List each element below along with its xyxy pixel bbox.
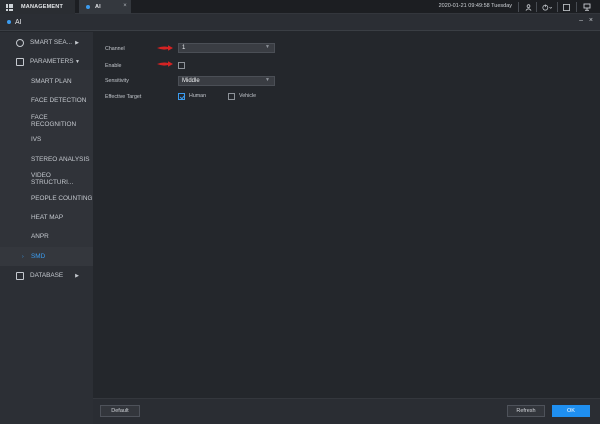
chevron-down-icon: ▼: [265, 77, 270, 83]
smart-search-icon: [16, 38, 24, 47]
sidebar-item-smart-plan[interactable]: SMART PLAN: [0, 72, 93, 91]
window-title-bar: AI – ×: [0, 14, 600, 31]
ai-icon: [86, 5, 90, 9]
sidebar-item-video-structuring[interactable]: VIDEO STRUCTURI...: [0, 169, 93, 188]
sidebar-item-people-counting[interactable]: PEOPLE COUNTING: [0, 189, 93, 208]
sidebar-item-smd[interactable]: › SMD: [0, 247, 93, 266]
window-title: AI: [15, 18, 22, 26]
ai-icon: [7, 20, 11, 24]
human-checkbox[interactable]: [178, 93, 185, 100]
chevron-down-icon: ▼: [75, 58, 80, 65]
divider: [518, 2, 519, 12]
annotation-arrow-icon: [157, 45, 173, 51]
ok-button[interactable]: OK: [552, 405, 590, 417]
chevron-right-icon: ›: [22, 253, 24, 260]
vehicle-checkbox[interactable]: [228, 93, 235, 100]
tab-management[interactable]: MANAGEMENT: [0, 0, 75, 14]
sidebar-item-label: HEAT MAP: [31, 214, 64, 221]
shutdown-icon[interactable]: [540, 2, 554, 12]
divider: [557, 2, 558, 12]
sidebar-item-face-detection[interactable]: FACE DETECTION: [0, 91, 93, 110]
human-label: Human: [189, 93, 207, 99]
sidebar-item-label: DATABASE: [30, 272, 64, 279]
sidebar-item-label: SMD: [31, 253, 46, 260]
tab-ai[interactable]: AI ×: [79, 0, 131, 14]
effective-target-row: Effective Target: [105, 91, 178, 102]
sidebar-item-label: PEOPLE COUNTING: [31, 195, 93, 202]
tab-ai-label: AI: [95, 4, 101, 10]
enable-checkbox[interactable]: [178, 62, 185, 69]
tab-management-label: MANAGEMENT: [21, 4, 64, 10]
sidebar-item-ivs[interactable]: IVS: [0, 130, 93, 149]
channel-select[interactable]: 1 ▼: [178, 43, 275, 53]
sidebar-item-heat-map[interactable]: HEAT MAP: [0, 208, 93, 227]
sensitivity-select[interactable]: Middle ▼: [178, 76, 275, 86]
sidebar-item-label: FACE RECOGNITION: [31, 113, 77, 128]
sidebar-item-label: IVS: [31, 136, 42, 143]
annotation-arrow-icon: [157, 61, 173, 67]
database-icon: [16, 271, 24, 280]
sidebar-item-stereo-analysis[interactable]: STEREO ANALYSIS: [0, 150, 93, 169]
refresh-button[interactable]: Refresh: [507, 405, 545, 417]
sensitivity-value: Middle: [182, 78, 200, 84]
user-icon[interactable]: [523, 2, 533, 12]
fullscreen-icon[interactable]: [561, 2, 571, 12]
sidebar-item-label: SMART SEA...: [30, 39, 73, 46]
sidebar: SMART SEA... ▶ PARAMETERS ▼ SMART PLAN F…: [0, 32, 93, 424]
sidebar-item-database[interactable]: DATABASE ▶: [0, 266, 93, 285]
network-icon[interactable]: [582, 2, 592, 12]
sidebar-item-anpr[interactable]: ANPR: [0, 227, 93, 246]
footer-bar: Default Refresh OK: [93, 398, 600, 424]
sidebar-item-label: STEREO ANALYSIS: [31, 156, 90, 163]
effective-target-label: Effective Target: [105, 93, 142, 100]
list-icon: [16, 57, 24, 66]
sensitivity-label: Sensitivity: [105, 77, 129, 84]
smd-settings-panel: Channel 1 ▼ Enable Sensitivity Middle ▼ …: [93, 32, 600, 424]
sensitivity-row: Sensitivity: [105, 75, 178, 86]
window-controls[interactable]: – ×: [579, 17, 595, 24]
default-button[interactable]: Default: [100, 405, 140, 417]
vehicle-label: Vehicle: [239, 93, 257, 99]
chevron-right-icon: ▶: [75, 272, 79, 279]
sidebar-item-parameters[interactable]: PARAMETERS ▼: [0, 52, 93, 71]
grid-icon: [6, 3, 13, 11]
channel-value: 1: [182, 45, 186, 51]
chevron-right-icon: ▶: [75, 39, 79, 46]
chevron-down-icon: ▼: [265, 44, 270, 50]
sidebar-item-smart-search[interactable]: SMART SEA... ▶: [0, 33, 93, 52]
divider: [536, 2, 537, 12]
sidebar-item-label: VIDEO STRUCTURI...: [31, 171, 74, 186]
datetime: 2020-01-21 09:49:58 Tuesday: [438, 3, 512, 9]
divider: [576, 2, 577, 12]
sidebar-item-label: ANPR: [31, 233, 49, 240]
sidebar-item-face-recognition[interactable]: FACE RECOGNITION: [0, 111, 93, 130]
close-icon[interactable]: ×: [123, 3, 127, 9]
top-bar: MANAGEMENT AI × 2020-01-21 09:49:58 Tues…: [0, 0, 600, 14]
sidebar-item-label: FACE DETECTION: [31, 97, 87, 104]
sidebar-item-label: SMART PLAN: [31, 78, 72, 85]
sidebar-item-label: PARAMETERS: [30, 58, 74, 65]
